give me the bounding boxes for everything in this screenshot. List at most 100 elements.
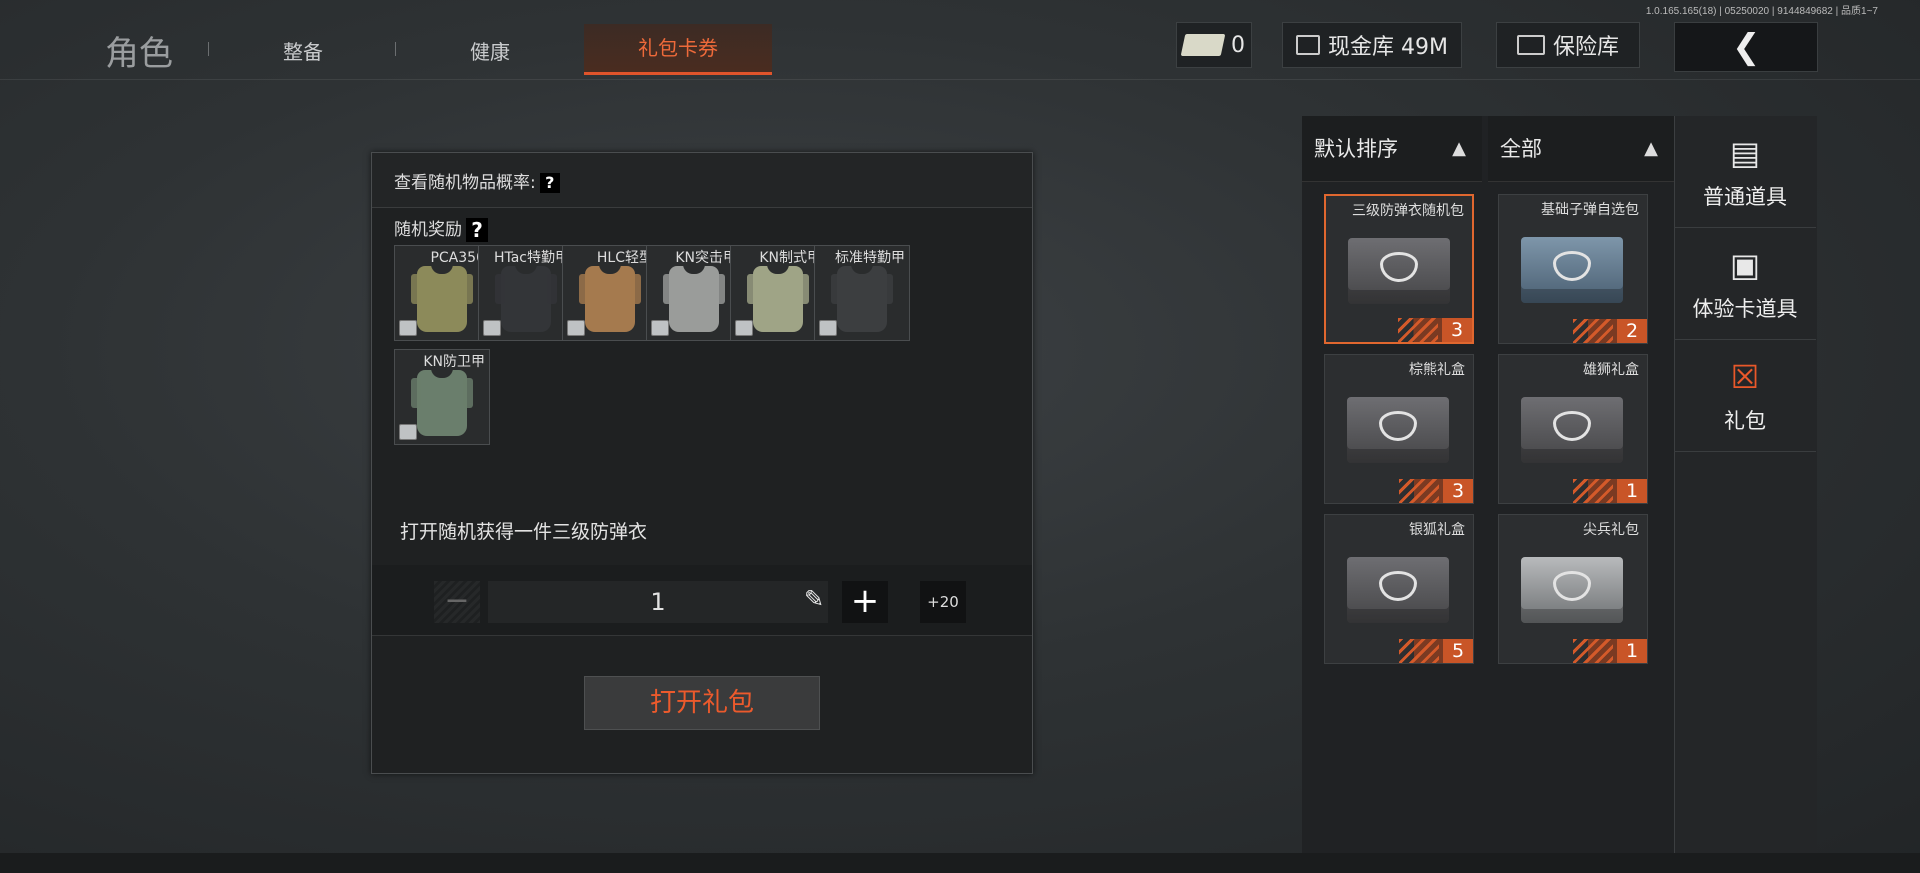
increase-button[interactable]: +	[842, 581, 888, 623]
nav-role-title[interactable]: 角色	[105, 26, 173, 75]
open-gift-button[interactable]: 打开礼包	[584, 676, 820, 730]
item-count: 5	[1443, 639, 1473, 663]
category-label: 礼包	[1724, 409, 1766, 433]
nav-divider	[208, 42, 209, 56]
reward-item-name: 标准特勤甲	[835, 250, 905, 266]
crate-icon	[1347, 397, 1449, 463]
item-count: 2	[1617, 319, 1647, 343]
reward-item-name: PCA350	[430, 250, 485, 266]
category-gift[interactable]: ☒ 礼包	[1674, 340, 1816, 452]
inventory-item[interactable]: 尖兵礼包 1	[1498, 514, 1648, 664]
category-card[interactable]: ▣ 体验卡道具	[1674, 228, 1816, 340]
reward-item[interactable]: 标准特勤甲	[814, 245, 910, 341]
box-icon	[399, 424, 417, 440]
box-icon	[567, 320, 585, 336]
cash-vault-label: 现金库 49M	[1328, 35, 1448, 60]
quantity-input[interactable]: 1	[488, 581, 828, 623]
chevron-up-icon: ▲	[1452, 138, 1466, 159]
nav-divider	[395, 42, 396, 56]
inventory-item[interactable]: 雄狮礼盒 1	[1498, 354, 1648, 504]
reward-item-name: KN制式甲	[759, 250, 821, 266]
inventory-item-name: 棕熊礼盒	[1409, 362, 1465, 378]
stripe-decoration	[1399, 479, 1439, 503]
card-icon: ▣	[1729, 246, 1761, 284]
chest-icon: ▤	[1729, 134, 1761, 172]
reward-item[interactable]: PCA350	[394, 245, 490, 341]
vest-icon	[579, 264, 641, 332]
inventory-item-name: 尖兵礼包	[1583, 522, 1639, 538]
emblem-icon	[1380, 252, 1418, 282]
box-icon	[399, 320, 417, 336]
stripe-decoration	[1573, 639, 1613, 663]
reward-item[interactable]: KN制式甲	[730, 245, 826, 341]
decrease-button[interactable]: −	[434, 581, 480, 623]
reward-item-name: KN突击甲	[675, 250, 737, 266]
tab-health[interactable]: 健康	[430, 36, 550, 65]
vault-icon	[1296, 35, 1320, 55]
help-icon[interactable]: ?	[539, 173, 560, 193]
filter-label: 全部	[1500, 137, 1542, 161]
crate-icon	[1348, 238, 1450, 304]
crate-icon	[1521, 557, 1623, 623]
inventory-item[interactable]: 基础子弹自选包 2	[1498, 194, 1648, 344]
reward-item[interactable]: HLC轻型	[562, 245, 658, 341]
tab-equip[interactable]: 整备	[243, 36, 363, 65]
category-label: 体验卡道具	[1692, 297, 1798, 321]
emblem-icon	[1379, 571, 1417, 601]
vest-icon	[831, 264, 893, 332]
version-text: 1.0.165.165(18) | 05250020 | 9144849682 …	[1645, 6, 1878, 17]
safe-icon	[1516, 35, 1545, 55]
reward-item[interactable]: KN防卫甲	[394, 349, 490, 445]
gift-icon: ☒	[1730, 358, 1760, 396]
insurance-label: 保险库	[1552, 35, 1619, 60]
box-icon	[735, 320, 753, 336]
divider	[372, 635, 1032, 636]
sort-label: 默认排序	[1314, 137, 1398, 161]
inventory-item[interactable]: 棕熊礼盒 3	[1324, 354, 1474, 504]
emblem-icon	[1379, 411, 1417, 441]
reward-item[interactable]: KN突击甲	[646, 245, 742, 341]
edit-icon[interactable]: ✎	[804, 585, 824, 613]
reward-item-name: HLC轻型	[596, 250, 653, 266]
vest-icon	[411, 368, 473, 436]
filter-dropdown[interactable]: 全部 ▲	[1488, 116, 1674, 182]
inventory-item-name: 基础子弹自选包	[1541, 202, 1639, 218]
inventory-item-name: 雄狮礼盒	[1583, 362, 1639, 378]
increase-20-button[interactable]: +20	[920, 581, 966, 623]
probability-text: 查看随机物品概率:	[394, 173, 536, 193]
inventory-item-name: 银狐礼盒	[1409, 522, 1465, 538]
box-icon	[819, 320, 837, 336]
insurance-button[interactable]: 保险库	[1496, 22, 1640, 68]
tab-gift-cards[interactable]: 礼包卡券	[584, 24, 772, 75]
stripe-decoration	[1573, 479, 1613, 503]
back-arrow-icon: ❮	[1732, 27, 1761, 67]
crate-icon	[1521, 397, 1623, 463]
item-count: 1	[1617, 479, 1647, 503]
help-icon[interactable]: ?	[466, 218, 488, 242]
box-icon	[483, 320, 501, 336]
inventory-item[interactable]: 三级防弹衣随机包 3	[1324, 194, 1474, 344]
item-count: 1	[1617, 639, 1647, 663]
vest-icon	[663, 264, 725, 332]
cash-counter: 0	[1176, 22, 1252, 68]
gift-detail-panel: 查看随机物品概率:? 随机奖励? PCA350 HTac特勤甲 HLC轻型 KN突击甲…	[371, 152, 1033, 774]
gift-description: 打开随机获得一件三级防弹衣	[400, 521, 648, 543]
vest-icon	[411, 264, 473, 332]
cash-vault-button[interactable]: 现金库 49M	[1282, 22, 1462, 68]
emblem-icon	[1553, 571, 1591, 601]
stripe-decoration	[1398, 318, 1438, 342]
category-chest[interactable]: ▤ 普通道具	[1674, 116, 1816, 228]
reward-item-name: HTac特勤甲	[493, 250, 569, 266]
vest-icon	[495, 264, 557, 332]
inventory-item[interactable]: 银狐礼盒 5	[1324, 514, 1474, 664]
vest-icon	[747, 264, 809, 332]
random-reward-label: 随机奖励?	[394, 215, 488, 242]
probability-label[interactable]: 查看随机物品概率:?	[394, 168, 560, 193]
emblem-icon	[1553, 411, 1591, 441]
cash-count: 0	[1231, 32, 1245, 58]
sort-dropdown[interactable]: 默认排序 ▲	[1302, 116, 1482, 182]
chevron-up-icon: ▲	[1644, 138, 1658, 159]
reward-item[interactable]: HTac特勤甲	[478, 245, 574, 341]
inventory-item-name: 三级防弹衣随机包	[1352, 203, 1464, 219]
crate-icon	[1521, 237, 1623, 303]
